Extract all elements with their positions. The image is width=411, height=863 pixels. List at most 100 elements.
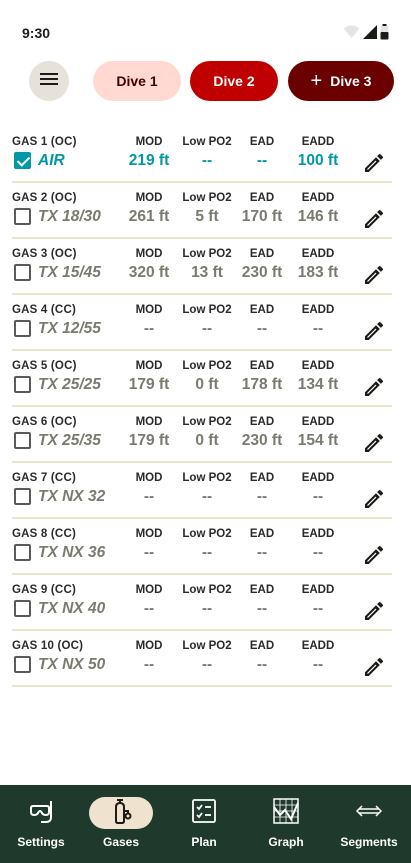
eadd-label: EADD [301, 584, 335, 596]
edit-gas-button[interactable] [362, 543, 386, 567]
ead-label: EAD [249, 304, 275, 316]
nav-settings-label: Settings [17, 835, 65, 849]
eadd-label: EADD [301, 472, 335, 484]
mod-label: MOD [135, 528, 163, 540]
edit-gas-button[interactable] [362, 487, 386, 511]
ead-value: -- [256, 152, 268, 169]
gas-title: GAS 8 (CC) [12, 528, 76, 540]
edit-gas-button[interactable] [362, 263, 386, 287]
plus-icon: + [310, 70, 323, 92]
edit-gas-button[interactable] [362, 207, 386, 231]
mod-value: 320 ft [128, 264, 170, 281]
edit-gas-button[interactable] [362, 431, 386, 455]
dive-1-label: Dive 1 [116, 73, 158, 89]
ead-value: -- [256, 544, 268, 561]
mod-value: -- [143, 488, 155, 505]
mod-label: MOD [135, 416, 163, 428]
nav-plan[interactable]: Plan [163, 785, 245, 863]
eadd-value: -- [312, 488, 324, 505]
ead-value: 178 ft [241, 376, 283, 393]
gas-enabled-checkbox[interactable] [14, 320, 31, 337]
pencil-icon [362, 153, 386, 179]
gas-enabled-checkbox[interactable] [14, 264, 31, 281]
ead-label: EAD [249, 360, 275, 372]
ead-value: -- [256, 320, 268, 337]
gas-row: GAS 7 (CC) TX NX 32 MOD -- Low PO2 -- EAD -- EAD… [12, 463, 392, 519]
gas-title: GAS 2 (OC) [12, 192, 77, 204]
gas-mix-name: AIR [38, 152, 65, 169]
nav-graph-label: Graph [268, 835, 304, 849]
gas-mix-name: TX 18/30 [38, 208, 101, 225]
eadd-value: -- [312, 656, 324, 673]
eadd-value: 100 ft [297, 152, 339, 169]
nav-gases-label: Gases [102, 835, 140, 849]
eadd-label: EADD [301, 528, 335, 540]
gas-enabled-checkbox[interactable] [14, 208, 31, 225]
pencil-icon [362, 433, 386, 459]
status-time: 9:30 [22, 25, 51, 41]
mod-label: MOD [135, 640, 163, 652]
dive-1-button[interactable]: Dive 1 [93, 61, 181, 101]
nav-gases[interactable]: Gases [80, 785, 162, 863]
edit-gas-button[interactable] [362, 599, 386, 623]
gas-row: GAS 10 (OC) TX NX 50 MOD -- Low PO2 -- EAD -- EA… [12, 631, 392, 687]
ead-value: 230 ft [241, 264, 283, 281]
gas-mix-name: TX NX 50 [38, 656, 106, 673]
gas-row: GAS 3 (OC) TX 15/45 MOD 320 ft Low PO2 13 ft E… [12, 239, 392, 295]
nav-settings[interactable]: Settings [0, 785, 82, 863]
edit-gas-button[interactable] [362, 319, 386, 343]
mod-value: 261 ft [128, 208, 170, 225]
menu-button[interactable] [29, 61, 69, 101]
gas-title: GAS 1 (OC) [12, 136, 77, 148]
edit-gas-button[interactable] [362, 375, 386, 399]
eadd-label: EADD [301, 360, 335, 372]
gas-row: GAS 4 (CC) TX 12/55 MOD -- Low PO2 -- EAD -- EAD… [12, 295, 392, 351]
eadd-value: -- [312, 320, 324, 337]
nav-graph[interactable]: Graph [245, 785, 327, 863]
ead-label: EAD [249, 136, 275, 148]
pencil-icon [362, 377, 386, 403]
gas-row: GAS 5 (OC) TX 25/25 MOD 179 ft Low PO2 0 ft EA… [12, 351, 392, 407]
gas-row: GAS 9 (CC) TX NX 40 MOD -- Low PO2 -- EAD -- EAD… [12, 575, 392, 631]
ead-label: EAD [249, 640, 275, 652]
nav-segments-pill [337, 797, 401, 829]
gas-enabled-checkbox[interactable] [14, 600, 31, 617]
gas-enabled-checkbox[interactable] [14, 656, 31, 673]
edit-gas-button[interactable] [362, 151, 386, 175]
mod-value: -- [143, 320, 155, 337]
nav-plan-pill [172, 797, 236, 829]
gas-enabled-checkbox[interactable] [14, 376, 31, 393]
ead-value: -- [256, 600, 268, 617]
gas-mix-name: TX 12/55 [38, 320, 101, 337]
gas-title: GAS 6 (OC) [12, 416, 77, 428]
pencil-icon [362, 209, 386, 235]
gas-list: GAS 1 (OC) AIR MOD 219 ft Low PO2 -- EAD -- EADD… [12, 127, 392, 687]
status-bar: 9:30 [0, 0, 411, 56]
gas-enabled-checkbox[interactable] [14, 544, 31, 561]
ead-label: EAD [249, 416, 275, 428]
mod-value: 179 ft [128, 376, 170, 393]
eadd-value: 146 ft [297, 208, 339, 225]
gas-enabled-checkbox[interactable] [14, 152, 31, 169]
status-icons [343, 23, 389, 43]
eadd-value: -- [312, 600, 324, 617]
edit-gas-button[interactable] [362, 655, 386, 679]
dive-2-button[interactable]: Dive 2 [190, 61, 278, 101]
eadd-label: EADD [301, 640, 335, 652]
mod-label: MOD [135, 136, 163, 148]
mod-label: MOD [135, 248, 163, 260]
gas-enabled-checkbox[interactable] [14, 432, 31, 449]
mod-value: -- [143, 600, 155, 617]
mod-label: MOD [135, 472, 163, 484]
add-dive-3-button[interactable]: + Dive 3 [288, 61, 394, 101]
nav-gases-pill [89, 797, 153, 829]
ead-value: -- [256, 656, 268, 673]
mod-label: MOD [135, 584, 163, 596]
ead-label: EAD [249, 584, 275, 596]
ead-value: -- [256, 488, 268, 505]
ead-value: 230 ft [241, 432, 283, 449]
gas-title: GAS 4 (CC) [12, 304, 76, 316]
nav-segments[interactable]: Segments [328, 785, 410, 863]
hamburger-icon [40, 72, 58, 91]
gas-enabled-checkbox[interactable] [14, 488, 31, 505]
